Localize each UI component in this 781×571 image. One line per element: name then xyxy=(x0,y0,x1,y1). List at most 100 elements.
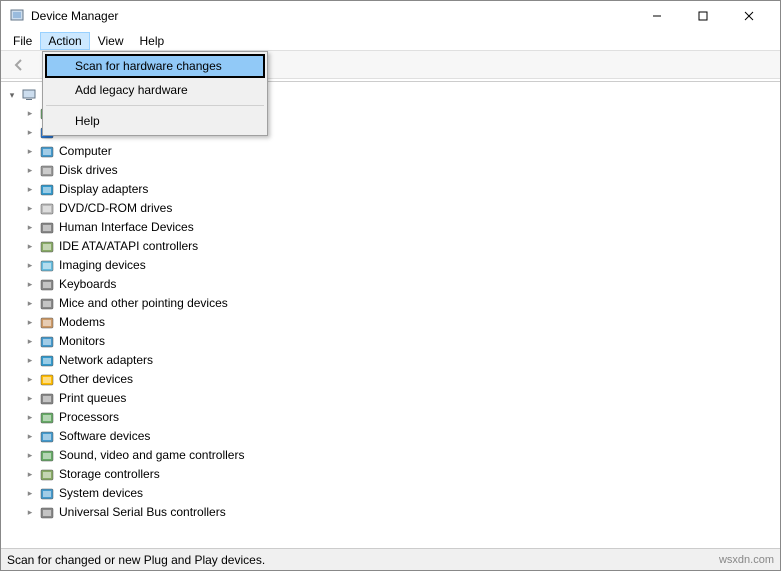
menu-help-item[interactable]: Help xyxy=(45,109,265,133)
menu-action[interactable]: Action xyxy=(40,32,89,50)
processor-icon xyxy=(39,410,55,426)
disk-icon xyxy=(39,163,55,179)
tree-category[interactable]: ▸ Computer xyxy=(3,142,778,161)
modem-icon xyxy=(39,315,55,331)
monitor-icon xyxy=(39,334,55,350)
sound-icon xyxy=(39,448,55,464)
chevron-right-icon[interactable]: ▸ xyxy=(25,504,35,521)
titlebar: Device Manager xyxy=(1,1,780,31)
tree-category[interactable]: ▸ Mice and other pointing devices xyxy=(3,294,778,313)
menu-help[interactable]: Help xyxy=(132,32,173,50)
chevron-right-icon[interactable]: ▸ xyxy=(25,409,35,426)
other-icon xyxy=(39,372,55,388)
system-icon xyxy=(39,486,55,502)
computer-icon xyxy=(39,144,55,160)
action-menu-dropdown: Scan for hardware changes Add legacy har… xyxy=(42,51,268,136)
hid-icon xyxy=(39,220,55,236)
expand-icon[interactable]: ▾ xyxy=(7,90,17,101)
menu-view[interactable]: View xyxy=(90,32,132,50)
chevron-right-icon[interactable]: ▸ xyxy=(25,200,35,217)
category-label: Computer xyxy=(59,143,112,160)
category-label: IDE ATA/ATAPI controllers xyxy=(59,238,198,255)
chevron-right-icon[interactable]: ▸ xyxy=(25,162,35,179)
keyboard-icon xyxy=(39,277,55,293)
tree-category[interactable]: ▸ Universal Serial Bus controllers xyxy=(3,503,778,522)
tree-category[interactable]: ▸ System devices xyxy=(3,484,778,503)
tree-category[interactable]: ▸ Human Interface Devices xyxy=(3,218,778,237)
tree-category[interactable]: ▸ Print queues xyxy=(3,389,778,408)
chevron-right-icon[interactable]: ▸ xyxy=(25,295,35,312)
category-label: Other devices xyxy=(59,371,133,388)
ide-icon xyxy=(39,239,55,255)
tree-category[interactable]: ▸Modems xyxy=(3,313,778,332)
chevron-right-icon[interactable]: ▸ xyxy=(25,485,35,502)
chevron-right-icon[interactable]: ▸ xyxy=(25,371,35,388)
menu-file[interactable]: File xyxy=(5,32,40,50)
tree-category[interactable]: ▸ Disk drives xyxy=(3,161,778,180)
chevron-right-icon[interactable]: ▸ xyxy=(25,333,35,350)
tree-category[interactable]: ▸Keyboards xyxy=(3,275,778,294)
chevron-right-icon[interactable]: ▸ xyxy=(25,314,35,331)
category-label: Disk drives xyxy=(59,162,118,179)
category-label: Mice and other pointing devices xyxy=(59,295,228,312)
minimize-button[interactable] xyxy=(634,1,680,31)
chevron-right-icon[interactable]: ▸ xyxy=(25,276,35,293)
category-label: Print queues xyxy=(59,390,126,407)
category-label: Network adapters xyxy=(59,352,153,369)
window-controls xyxy=(634,1,772,31)
chevron-right-icon[interactable]: ▸ xyxy=(25,238,35,255)
menu-separator xyxy=(46,105,264,106)
category-label: Processors xyxy=(59,409,119,426)
chevron-right-icon[interactable]: ▸ xyxy=(25,219,35,236)
category-label: Universal Serial Bus controllers xyxy=(59,504,226,521)
tree-category-list: ▸Batteries▸Bluetooth▸Computer▸Disk drive… xyxy=(3,104,778,522)
window-title: Device Manager xyxy=(31,9,634,23)
category-label: Imaging devices xyxy=(59,257,146,274)
tree-category[interactable]: ▸ Network adapters xyxy=(3,351,778,370)
tree-category[interactable]: ▸ Monitors xyxy=(3,332,778,351)
chevron-right-icon[interactable]: ▸ xyxy=(25,447,35,464)
dvd-icon xyxy=(39,201,55,217)
tree-category[interactable]: ▸ IDE ATA/ATAPI controllers xyxy=(3,237,778,256)
usb-icon xyxy=(39,505,55,521)
tree-category[interactable]: ▸ Software devices xyxy=(3,427,778,446)
category-label: Human Interface Devices xyxy=(59,219,194,236)
chevron-right-icon[interactable]: ▸ xyxy=(25,124,35,141)
category-label: Sound, video and game controllers xyxy=(59,447,244,464)
category-label: System devices xyxy=(59,485,143,502)
tree-category[interactable]: ▸DVD/CD-ROM drives xyxy=(3,199,778,218)
tree-category[interactable]: ▸Display adapters xyxy=(3,180,778,199)
back-button[interactable] xyxy=(7,53,31,77)
tree-category[interactable]: ▸ Storage controllers xyxy=(3,465,778,484)
computer-root-icon xyxy=(21,87,37,103)
menu-scan-hardware[interactable]: Scan for hardware changes xyxy=(45,54,265,78)
category-label: Monitors xyxy=(59,333,105,350)
chevron-right-icon[interactable]: ▸ xyxy=(25,466,35,483)
chevron-right-icon[interactable]: ▸ xyxy=(25,143,35,160)
status-text: Scan for changed or new Plug and Play de… xyxy=(7,553,719,567)
chevron-right-icon[interactable]: ▸ xyxy=(25,181,35,198)
watermark: wsxdn.com xyxy=(719,554,774,566)
statusbar: Scan for changed or new Plug and Play de… xyxy=(1,548,780,570)
menubar: File Action View Help xyxy=(1,31,780,51)
category-label: Storage controllers xyxy=(59,466,160,483)
network-icon xyxy=(39,353,55,369)
software-icon xyxy=(39,429,55,445)
tree-category[interactable]: ▸ Processors xyxy=(3,408,778,427)
device-tree[interactable]: ▾ ▸Batteries▸Bluetooth▸Computer▸Disk dri… xyxy=(1,81,780,548)
maximize-button[interactable] xyxy=(680,1,726,31)
menu-add-legacy[interactable]: Add legacy hardware xyxy=(45,78,265,102)
chevron-right-icon[interactable]: ▸ xyxy=(25,105,35,122)
device-manager-window: Device Manager File Action View Help ▾ ▸… xyxy=(0,0,781,571)
tree-category[interactable]: ▸ Imaging devices xyxy=(3,256,778,275)
chevron-right-icon[interactable]: ▸ xyxy=(25,428,35,445)
chevron-right-icon[interactable]: ▸ xyxy=(25,390,35,407)
tree-category[interactable]: ▸ Other devices xyxy=(3,370,778,389)
tree-category[interactable]: ▸ Sound, video and game controllers xyxy=(3,446,778,465)
imaging-icon xyxy=(39,258,55,274)
mouse-icon xyxy=(39,296,55,312)
chevron-right-icon[interactable]: ▸ xyxy=(25,257,35,274)
close-button[interactable] xyxy=(726,1,772,31)
chevron-right-icon[interactable]: ▸ xyxy=(25,352,35,369)
category-label: Software devices xyxy=(59,428,150,445)
